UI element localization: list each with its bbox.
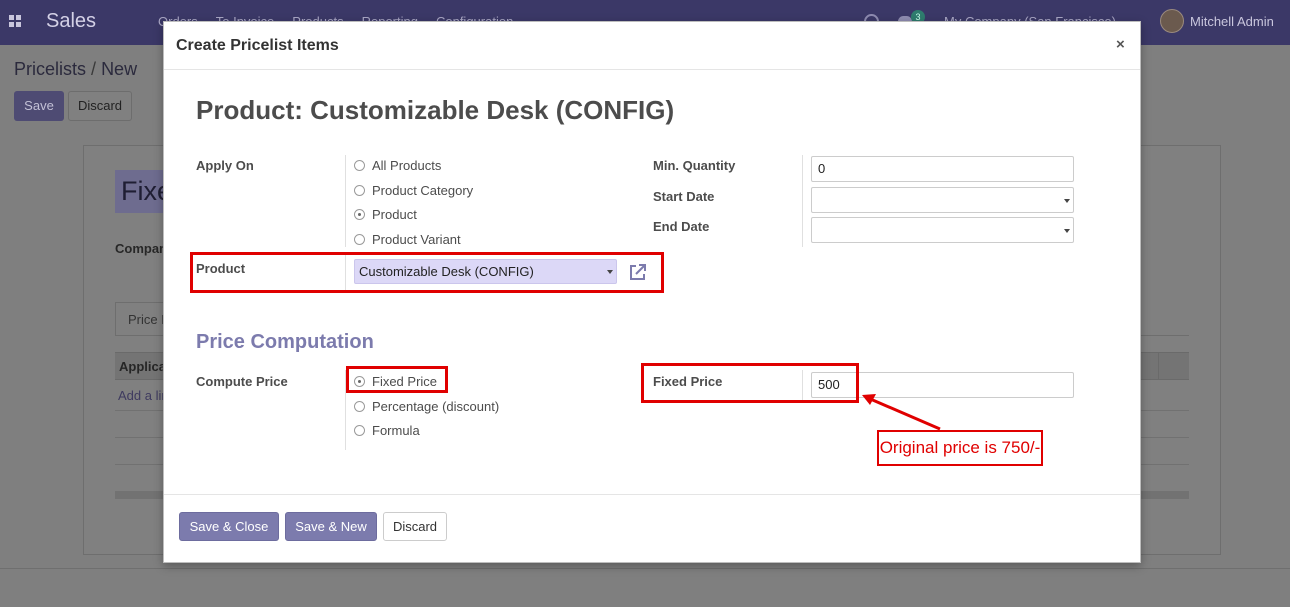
end-date-label: End Date bbox=[653, 219, 710, 234]
breadcrumb: Pricelists / New bbox=[14, 59, 137, 80]
dialog-title: Create Pricelist Items bbox=[176, 37, 339, 54]
chevron-down-icon[interactable] bbox=[607, 270, 613, 274]
product-select[interactable]: Customizable Desk (CONFIG) bbox=[354, 259, 617, 284]
save-close-button[interactable]: Save & Close bbox=[179, 512, 279, 541]
radio-label: Formula bbox=[372, 422, 420, 438]
price-computation-title: Price Computation bbox=[196, 331, 374, 353]
field-divider bbox=[802, 370, 803, 400]
radio-product-category[interactable]: Product Category bbox=[354, 181, 473, 199]
fixed-price-label: Fixed Price bbox=[653, 374, 723, 389]
app-name[interactable]: Sales bbox=[46, 10, 96, 33]
radio-product-variant[interactable]: Product Variant bbox=[354, 230, 461, 248]
user-avatar[interactable] bbox=[1160, 9, 1184, 33]
min-quantity-input[interactable]: 0 bbox=[811, 156, 1074, 182]
create-pricelist-items-dialog: Create Pricelist Items × Product: Custom… bbox=[163, 21, 1141, 563]
radio-label: Product Variant bbox=[372, 231, 461, 247]
start-date-label: Start Date bbox=[653, 189, 715, 204]
form-title: Product: Customizable Desk (CONFIG) bbox=[196, 95, 675, 125]
field-divider bbox=[345, 155, 346, 247]
radio-button[interactable] bbox=[354, 184, 365, 196]
breadcrumb-parent[interactable]: Pricelists bbox=[14, 59, 86, 79]
product-label: Product bbox=[196, 261, 246, 276]
annotation-arrow bbox=[862, 394, 941, 431]
radio-label: Product bbox=[372, 206, 417, 222]
radio-label: All Products bbox=[372, 157, 442, 173]
radio-button-selected[interactable] bbox=[354, 208, 365, 220]
apply-on-label: Apply On bbox=[196, 158, 254, 173]
compute-price-label: Compute Price bbox=[196, 374, 288, 389]
chevron-down-icon[interactable] bbox=[1064, 199, 1070, 203]
start-date-input[interactable] bbox=[811, 187, 1074, 213]
breadcrumb-current: New bbox=[101, 59, 138, 79]
chevron-down-icon[interactable] bbox=[1064, 229, 1070, 233]
external-link-icon[interactable] bbox=[628, 262, 648, 282]
apps-menu-icon[interactable] bbox=[9, 15, 21, 27]
discard-dialog-button[interactable]: Discard bbox=[383, 512, 447, 541]
save-new-button[interactable]: Save & New bbox=[285, 512, 377, 541]
radio-button[interactable] bbox=[354, 159, 365, 171]
min-quantity-label: Min. Quantity bbox=[653, 158, 736, 173]
user-menu[interactable]: Mitchell Admin bbox=[1190, 14, 1274, 29]
radio-label: Percentage (discount) bbox=[372, 398, 500, 414]
radio-button[interactable] bbox=[354, 233, 365, 245]
save-button[interactable]: Save bbox=[14, 91, 64, 121]
radio-label: Product Category bbox=[372, 182, 474, 198]
radio-button-selected[interactable] bbox=[354, 375, 365, 387]
radio-button[interactable] bbox=[354, 400, 365, 412]
radio-percentage-discount[interactable]: Percentage (discount) bbox=[354, 397, 499, 415]
field-divider bbox=[345, 370, 346, 450]
radio-button[interactable] bbox=[354, 424, 365, 436]
field-divider bbox=[345, 254, 346, 290]
breadcrumb-separator: / bbox=[91, 59, 97, 79]
radio-formula[interactable]: Formula bbox=[354, 421, 420, 439]
radio-fixed-price[interactable]: Fixed Price bbox=[354, 372, 437, 390]
radio-all-products[interactable]: All Products bbox=[354, 156, 441, 174]
radio-product[interactable]: Product bbox=[354, 205, 417, 223]
discard-button[interactable]: Discard bbox=[68, 91, 132, 121]
field-divider bbox=[802, 155, 803, 247]
dialog-footer: Save & Close Save & New Discard bbox=[164, 494, 1140, 562]
divider bbox=[0, 568, 1290, 569]
close-icon[interactable]: × bbox=[1116, 36, 1125, 53]
dialog-header: Create Pricelist Items × bbox=[164, 22, 1140, 70]
annotation-callout: Original price is 750/- bbox=[877, 430, 1043, 466]
end-date-input[interactable] bbox=[811, 217, 1074, 243]
radio-label: Fixed Price bbox=[372, 373, 438, 389]
